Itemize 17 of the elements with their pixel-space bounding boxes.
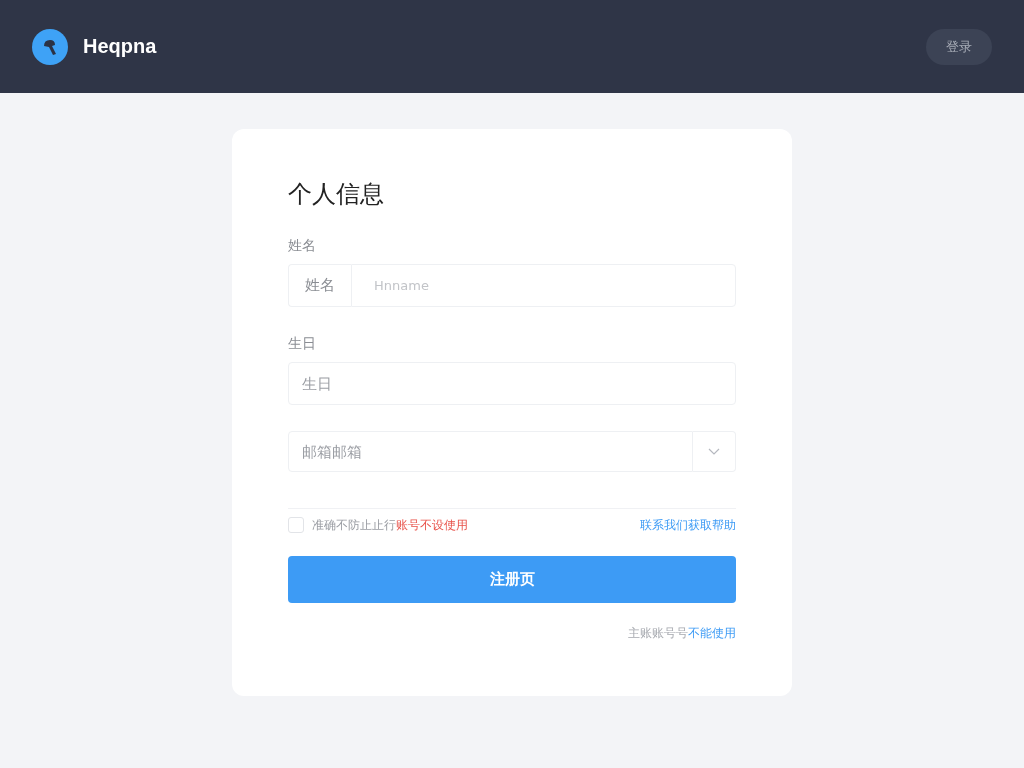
field-label: 姓名 bbox=[288, 236, 316, 255]
brand-name: Heqpna bbox=[83, 35, 157, 58]
field-label: 生日 bbox=[288, 334, 316, 353]
form-title: 个人信息 bbox=[288, 179, 384, 209]
checkbox[interactable] bbox=[288, 517, 304, 533]
footer-note: 主账账号号不能使用 bbox=[628, 625, 736, 642]
logo-icon bbox=[32, 28, 68, 65]
chevron-down-icon bbox=[708, 448, 720, 455]
select-field[interactable]: 邮箱邮箱 bbox=[288, 431, 693, 472]
date-input-field[interactable]: 生日 bbox=[288, 362, 736, 405]
header-button[interactable]: 登录 bbox=[926, 28, 992, 65]
submit-button[interactable]: 注册页 bbox=[288, 556, 736, 603]
footer-link[interactable]: 不能使用 bbox=[688, 626, 736, 640]
agreement-text: 准确不防止止行账号不设使用 bbox=[312, 516, 468, 534]
help-link[interactable]: 联系我们获取帮助 bbox=[640, 516, 736, 534]
name-input-field[interactable]: Hnname bbox=[351, 264, 736, 307]
dropdown-button[interactable] bbox=[693, 431, 736, 472]
